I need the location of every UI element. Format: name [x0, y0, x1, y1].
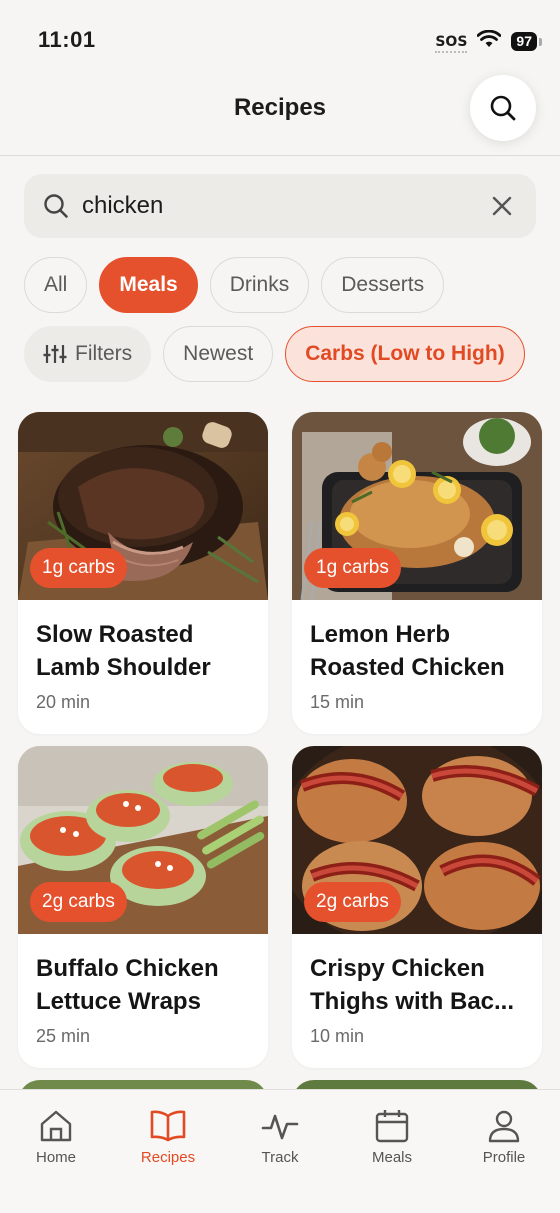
- recipe-card[interactable]: 2g carbs Crispy Chicken Thighs with Bac.…: [292, 746, 542, 1068]
- chip-desserts[interactable]: Desserts: [321, 257, 445, 313]
- sort-chips: Filters Newest Carbs (Low to High): [24, 326, 525, 382]
- sliders-icon: [43, 345, 67, 363]
- tab-home[interactable]: Home: [0, 1090, 112, 1213]
- person-icon: [488, 1110, 520, 1143]
- recipes-screen: 11:01 SOS 97 Recipes chicken All Meals D…: [0, 0, 560, 1213]
- recipe-title: Lemon Herb Roasted Chicken: [310, 621, 505, 681]
- recipe-image: 2g carbs: [292, 746, 542, 934]
- search-icon: [490, 95, 516, 121]
- calendar-icon: [375, 1110, 409, 1143]
- clear-search-button[interactable]: [486, 190, 518, 222]
- recipe-card[interactable]: 2g carbs Buffalo Chicken Lettuce Wraps 2…: [18, 746, 268, 1068]
- tab-bar: Home Recipes Track Meals Profile: [0, 1089, 560, 1213]
- tab-label: Profile: [482, 1149, 526, 1166]
- tab-recipes[interactable]: Recipes: [112, 1090, 224, 1213]
- tab-meals[interactable]: Meals: [336, 1090, 448, 1213]
- home-icon: [40, 1110, 72, 1142]
- status-indicators: SOS 97: [435, 29, 542, 53]
- filters-button[interactable]: Filters: [24, 326, 152, 382]
- close-icon: [492, 196, 512, 216]
- tab-label: Home: [35, 1149, 76, 1166]
- tab-label: Track: [261, 1149, 299, 1166]
- recipe-title: Slow Roasted Lamb Shoulder: [36, 621, 211, 681]
- chip-all[interactable]: All: [24, 257, 88, 313]
- search-button[interactable]: [470, 75, 536, 141]
- tab-profile[interactable]: Profile: [448, 1090, 560, 1213]
- recipe-title: Crispy Chicken Thighs with Bac...: [310, 955, 515, 1015]
- category-chips: All Meals Drinks Desserts: [24, 257, 445, 313]
- tab-label: Meals: [371, 1149, 412, 1166]
- header: Recipes: [0, 70, 560, 156]
- search-icon: [44, 194, 68, 218]
- recipe-image: 2g carbs: [18, 746, 268, 934]
- sos-indicator: SOS: [435, 33, 468, 53]
- recipe-time: 25 min: [36, 1026, 91, 1046]
- status-time: 11:01: [38, 27, 96, 52]
- recipe-time: 20 min: [36, 692, 91, 712]
- tab-track[interactable]: Track: [224, 1090, 336, 1213]
- carbs-badge: 2g carbs: [30, 882, 127, 922]
- tab-label: Recipes: [140, 1149, 196, 1166]
- sort-newest[interactable]: Newest: [163, 326, 274, 382]
- book-icon: [150, 1110, 186, 1142]
- sort-carbs-low-high[interactable]: Carbs (Low to High): [285, 326, 525, 382]
- recipe-time: 10 min: [310, 1026, 365, 1046]
- filters-label: Filters: [75, 342, 133, 365]
- carbs-badge: 2g carbs: [304, 882, 401, 922]
- recipe-image: 1g carbs: [292, 412, 542, 600]
- wifi-icon: [477, 29, 502, 53]
- status-bar: 11:01 SOS 97: [0, 0, 560, 80]
- battery-icon: 97: [511, 32, 542, 51]
- search-field[interactable]: [24, 174, 536, 238]
- recipe-card[interactable]: 1g carbs Slow Roasted Lamb Shoulder 20 m…: [18, 412, 268, 734]
- activity-icon: [261, 1114, 299, 1140]
- recipe-card[interactable]: 1g carbs Lemon Herb Roasted Chicken 15 m…: [292, 412, 542, 734]
- battery-level: 97: [511, 32, 537, 51]
- recipe-image: 1g carbs: [18, 412, 268, 600]
- recipe-time: 15 min: [310, 692, 365, 712]
- carbs-badge: 1g carbs: [30, 548, 127, 588]
- recipe-title: Buffalo Chicken Lettuce Wraps: [36, 955, 219, 1015]
- chip-drinks[interactable]: Drinks: [209, 257, 310, 313]
- search-input[interactable]: [82, 192, 486, 220]
- carbs-badge: 1g carbs: [304, 548, 401, 588]
- chip-meals[interactable]: Meals: [99, 257, 198, 313]
